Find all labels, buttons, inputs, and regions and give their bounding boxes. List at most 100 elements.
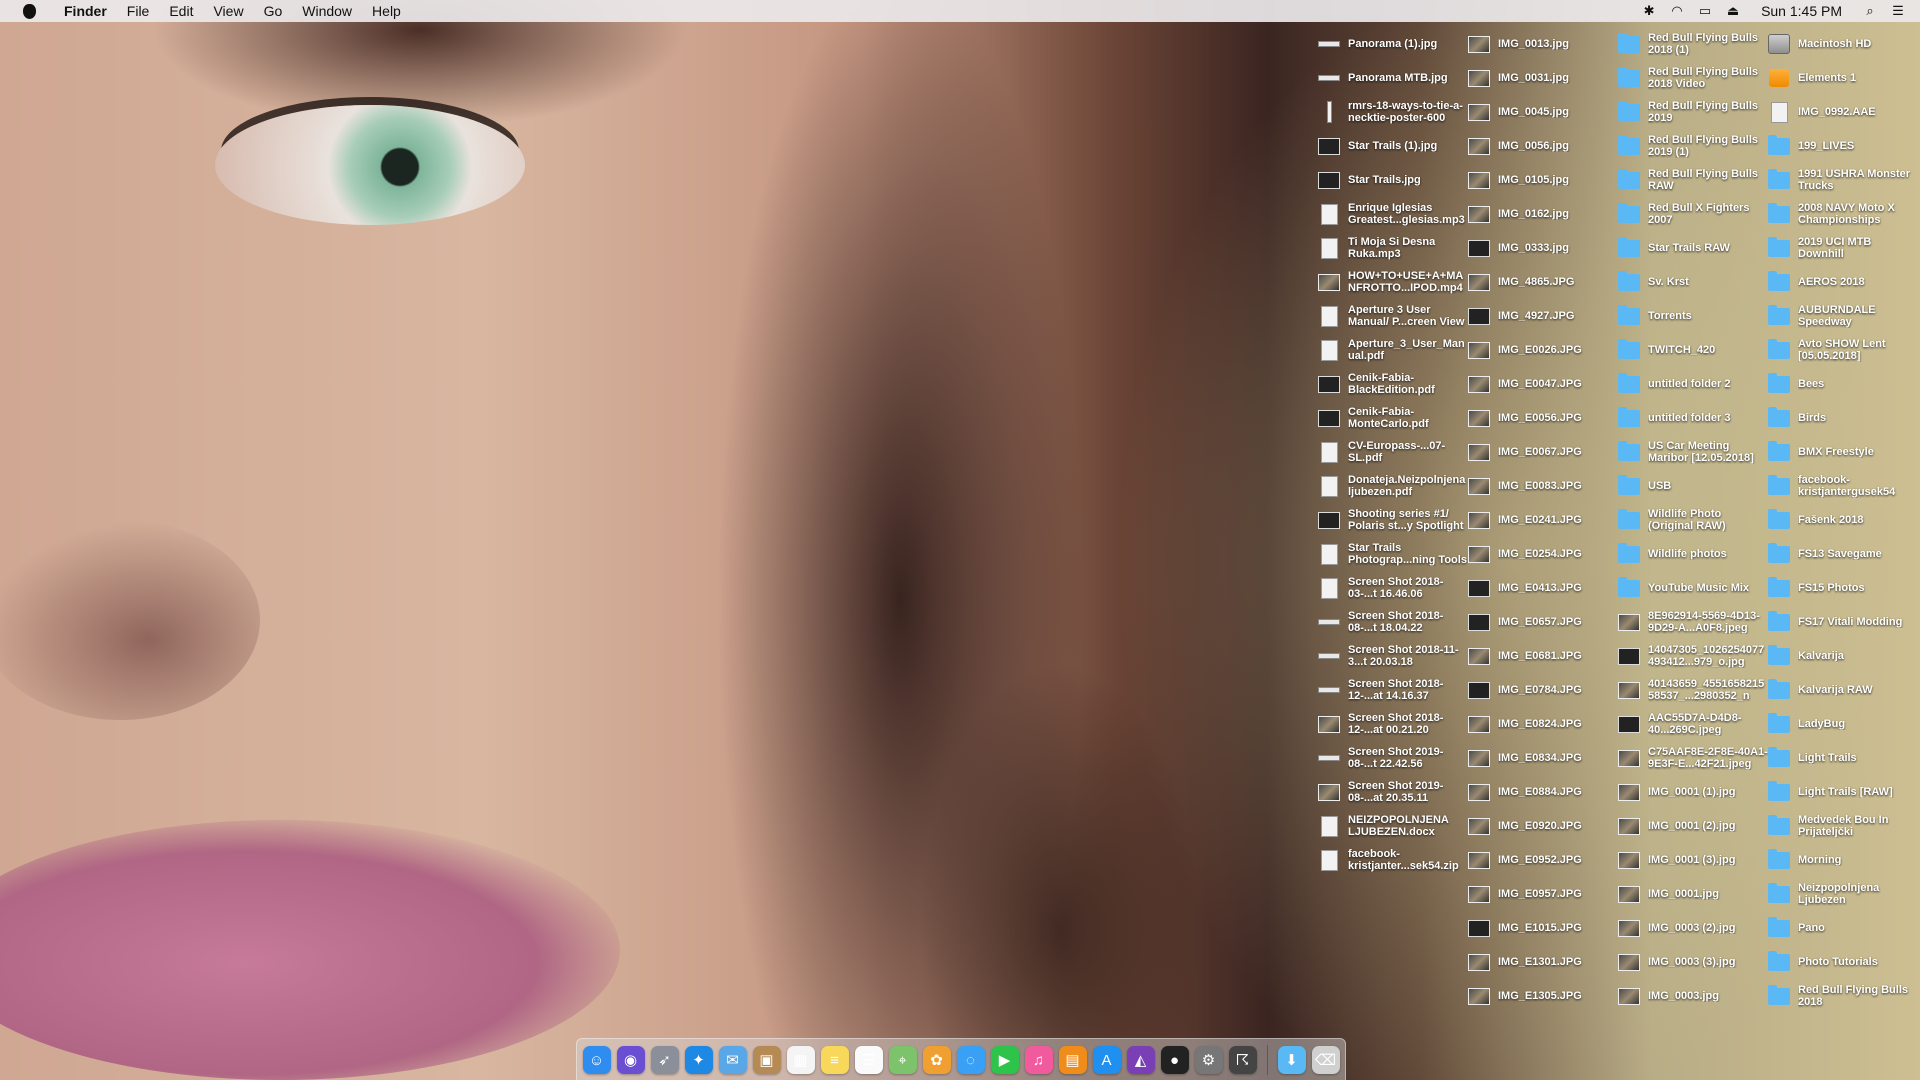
desktop-item[interactable]: Aperture 3 User Manual/ P...creen View — [1318, 299, 1468, 333]
downloads-folder-icon[interactable]: ⬇ — [1277, 1046, 1306, 1074]
desktop-item[interactable]: TWITCH_420 — [1618, 333, 1768, 367]
bluetooth-icon[interactable]: ✱ — [1635, 0, 1663, 22]
desktop-item[interactable]: 1991 USHRA Monster Trucks — [1768, 163, 1918, 197]
desktop-item[interactable]: Neizpopolnjena Ljubezen — [1768, 877, 1918, 911]
desktop-item[interactable]: IMG_0162.jpg — [1468, 197, 1618, 231]
siri-icon[interactable]: ◉ — [616, 1046, 645, 1074]
messages-icon[interactable]: ◌ — [956, 1046, 985, 1074]
safari-icon[interactable]: ✦ — [684, 1046, 713, 1074]
desktop-item[interactable]: IMG_0001 (2).jpg — [1618, 809, 1768, 843]
finder-icon[interactable]: ☺ — [582, 1046, 611, 1074]
desktop-item[interactable]: IMG_0001.jpg — [1618, 877, 1768, 911]
desktop-item[interactable]: Pano — [1768, 911, 1918, 945]
desktop-item[interactable]: IMG_4865.JPG — [1468, 265, 1618, 299]
desktop-item[interactable]: Medvedek Bou In Prijateljčki — [1768, 809, 1918, 843]
desktop-item[interactable]: Photo Tutorials — [1768, 945, 1918, 979]
menu-help[interactable]: Help — [362, 0, 411, 22]
desktop-item[interactable]: Macintosh HD — [1768, 27, 1918, 61]
desktop-item[interactable]: Sv. Krst — [1618, 265, 1768, 299]
desktop-item[interactable]: IMG_0003.jpg — [1618, 979, 1768, 1013]
desktop-item[interactable]: Avto SHOW Lent [05.05.2018] — [1768, 333, 1918, 367]
menu-app-name[interactable]: Finder — [54, 0, 117, 22]
calendar-icon[interactable]: ▦ — [786, 1046, 815, 1074]
desktop-item[interactable]: untitled folder 3 — [1618, 401, 1768, 435]
eject-icon[interactable]: ⏏ — [1719, 0, 1747, 22]
affinity-photo-icon[interactable]: ◭ — [1126, 1046, 1155, 1074]
desktop-item[interactable]: Wildlife photos — [1618, 537, 1768, 571]
menu-window[interactable]: Window — [292, 0, 362, 22]
desktop-item[interactable]: IMG_E0952.JPG — [1468, 843, 1618, 877]
desktop-item[interactable]: AEROS 2018 — [1768, 265, 1918, 299]
wifi-icon[interactable]: ◠ — [1663, 0, 1691, 22]
facetime-icon[interactable]: ▶ — [990, 1046, 1019, 1074]
desktop-item[interactable]: 199_LIVES — [1768, 129, 1918, 163]
desktop-item[interactable]: Red Bull Flying Bulls 2018 — [1768, 979, 1918, 1013]
app-store-icon[interactable]: A — [1092, 1046, 1121, 1074]
desktop-item[interactable]: rmrs-18-ways-to-tie-a-necktie-poster-600 — [1318, 95, 1468, 129]
desktop-item[interactable]: Screen Shot 2019-08-...at 20.35.11 — [1318, 775, 1468, 809]
desktop-item[interactable]: BMX Freestyle — [1768, 435, 1918, 469]
desktop-item[interactable]: Screen Shot 2018-08-...t 18.04.22 — [1318, 605, 1468, 639]
desktop-item[interactable]: Red Bull Flying Bulls 2019 (1) — [1618, 129, 1768, 163]
desktop-item[interactable]: YouTube Music Mix — [1618, 571, 1768, 605]
launchpad-icon[interactable]: ➶ — [650, 1046, 679, 1074]
desktop-item[interactable]: Red Bull Flying Bulls 2018 (1) — [1618, 27, 1768, 61]
airplay-icon[interactable]: ▭ — [1691, 0, 1719, 22]
spotlight-search-icon[interactable]: ⌕ — [1856, 0, 1884, 22]
menu-bar-clock[interactable]: Sun 1:45 PM — [1747, 0, 1856, 22]
desktop-item[interactable]: CV-Europass-...07-SL.pdf — [1318, 435, 1468, 469]
desktop-item[interactable]: IMG_E0083.JPG — [1468, 469, 1618, 503]
menu-view[interactable]: View — [203, 0, 253, 22]
desktop-item[interactable]: IMG_E1301.JPG — [1468, 945, 1618, 979]
notification-center-icon[interactable]: ☰ — [1884, 0, 1912, 22]
desktop-item[interactable]: Screen Shot 2019-08-...t 22.42.56 — [1318, 741, 1468, 775]
desktop-item[interactable]: FS13 Savegame — [1768, 537, 1918, 571]
desktop-item[interactable]: IMG_E0784.JPG — [1468, 673, 1618, 707]
desktop-item[interactable]: Fašenk 2018 — [1768, 503, 1918, 537]
desktop-item[interactable]: Ti Moja Si Desna Ruka.mp3 — [1318, 231, 1468, 265]
desktop-item[interactable]: Red Bull Flying Bulls 2019 — [1618, 95, 1768, 129]
desktop-item[interactable]: IMG_E0047.JPG — [1468, 367, 1618, 401]
desktop-item[interactable]: IMG_0031.jpg — [1468, 61, 1618, 95]
desktop-item[interactable]: Kalvarija RAW — [1768, 673, 1918, 707]
desktop-item[interactable]: Kalvarija — [1768, 639, 1918, 673]
desktop-item[interactable]: Star Trails.jpg — [1318, 163, 1468, 197]
desktop-item[interactable]: IMG_0333.jpg — [1468, 231, 1618, 265]
books-icon[interactable]: ▤ — [1058, 1046, 1087, 1074]
desktop-item[interactable]: IMG_E1015.JPG — [1468, 911, 1618, 945]
desktop-item[interactable]: Elements 1 — [1768, 61, 1918, 95]
desktop-item[interactable]: IMG_E0067.JPG — [1468, 435, 1618, 469]
desktop-item[interactable]: Light Trails [RAW] — [1768, 775, 1918, 809]
photo-booth-icon[interactable]: ● — [1160, 1046, 1189, 1074]
desktop-item[interactable]: AUBURNDALE Speedway — [1768, 299, 1918, 333]
menu-edit[interactable]: Edit — [159, 0, 203, 22]
desktop-item[interactable]: Donateja.Neizpolnjenaljubezen.pdf — [1318, 469, 1468, 503]
desktop-item[interactable]: IMG_E0824.JPG — [1468, 707, 1618, 741]
desktop-item[interactable]: Torrents — [1618, 299, 1768, 333]
desktop-item[interactable]: FS17 Vitali Modding — [1768, 605, 1918, 639]
desktop-item[interactable]: Shooting series #1/ Polaris st...y Spotl… — [1318, 503, 1468, 537]
desktop-item[interactable]: AAC55D7A-D4D8-40...269C.jpeg — [1618, 707, 1768, 741]
desktop-item[interactable]: Cenik-Fabia-BlackEdition.pdf — [1318, 367, 1468, 401]
desktop-item[interactable]: IMG_E0254.JPG — [1468, 537, 1618, 571]
desktop-item[interactable]: HOW+TO+USE+A+MANFROTTO...IPOD.mp4 — [1318, 265, 1468, 299]
desktop-item[interactable]: 2019 UCI MTB Downhill — [1768, 231, 1918, 265]
desktop-item[interactable]: Screen Shot 2018-11-3...t 20.03.18 — [1318, 639, 1468, 673]
desktop-item[interactable]: 8E962914-5569-4D13-9D29-A...A0F8.jpeg — [1618, 605, 1768, 639]
desktop-item[interactable]: Red Bull X Fighters 2007 — [1618, 197, 1768, 231]
desktop-item[interactable]: Star Trails (1).jpg — [1318, 129, 1468, 163]
desktop-item[interactable]: IMG_E0834.JPG — [1468, 741, 1618, 775]
menu-go[interactable]: Go — [254, 0, 293, 22]
desktop-item[interactable]: IMG_0001 (1).jpg — [1618, 775, 1768, 809]
desktop-item[interactable]: IMG_E0056.JPG — [1468, 401, 1618, 435]
desktop-item[interactable]: IMG_E0241.JPG — [1468, 503, 1618, 537]
desktop-item[interactable]: Aperture_3_User_Manual.pdf — [1318, 333, 1468, 367]
desktop-item[interactable]: IMG_0001 (3).jpg — [1618, 843, 1768, 877]
photos-icon[interactable]: ✿ — [922, 1046, 951, 1074]
desktop-item[interactable]: LadyBug — [1768, 707, 1918, 741]
desktop-item[interactable]: 40143659_455165821558537_...2980352_n — [1618, 673, 1768, 707]
desktop-item[interactable]: NEIZPOPOLNJENA LJUBEZEN.docx — [1318, 809, 1468, 843]
desktop-item[interactable]: C75AAF8E-2F8E-40A1-9E3F-E...42F21.jpeg — [1618, 741, 1768, 775]
reminders-icon[interactable]: ☰ — [854, 1046, 883, 1074]
desktop-item[interactable]: IMG_0056.jpg — [1468, 129, 1618, 163]
